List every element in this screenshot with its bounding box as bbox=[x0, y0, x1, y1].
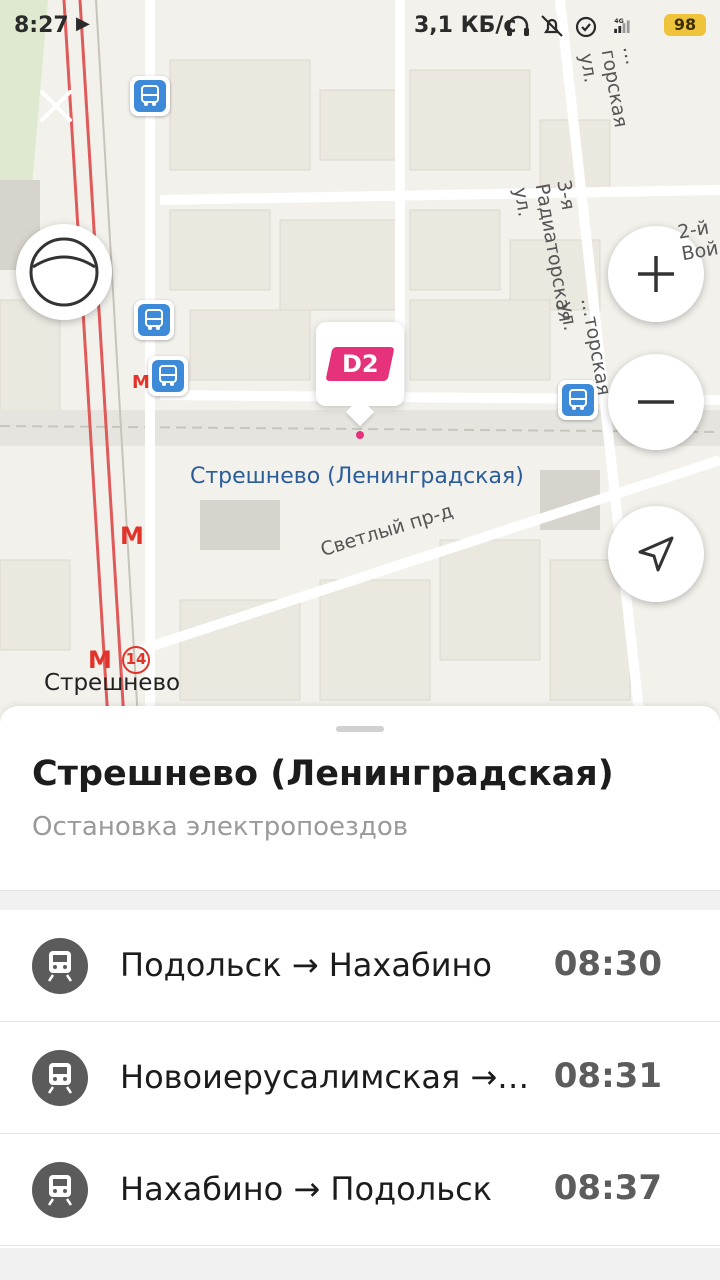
my-location-button[interactable] bbox=[608, 506, 704, 602]
battery-indicator: 98 bbox=[664, 14, 706, 36]
d2-badge: D2 bbox=[325, 347, 395, 381]
departure-time: 08:30 bbox=[553, 944, 662, 984]
departure-row[interactable]: Подольск → Нахабино 08:30 bbox=[0, 910, 720, 1022]
plus-icon bbox=[638, 256, 674, 292]
alarm-icon bbox=[575, 16, 597, 38]
departure-row[interactable]: Нахабино → Подольск 08:37 bbox=[0, 1134, 720, 1246]
profile-button[interactable] bbox=[16, 224, 112, 320]
route-label: Нахабино → Подольск bbox=[120, 1170, 492, 1208]
network-type: 4G bbox=[614, 18, 624, 25]
status-bar: 8:27 ▶ 3,1 КБ/с 4G 98 bbox=[0, 0, 720, 52]
train-icon bbox=[32, 938, 88, 994]
metro-icon[interactable]: M bbox=[132, 372, 150, 393]
navigation-arrow-icon bbox=[638, 536, 674, 572]
sheet-grabber[interactable] bbox=[336, 726, 384, 732]
departure-time: 08:31 bbox=[553, 1056, 662, 1096]
close-icon[interactable] bbox=[34, 84, 78, 128]
street-label: 2-й Вой… bbox=[676, 216, 720, 266]
route-label: Новоиерусалимская →… bbox=[120, 1058, 530, 1096]
metro-icon[interactable]: M bbox=[120, 522, 144, 550]
play-icon: ▶ bbox=[76, 13, 90, 34]
map-view[interactable]: 8:27 ▶ 3,1 КБ/с 4G 98 M M M 14 Стрешнево… bbox=[0, 0, 720, 720]
bus-stop-icon[interactable] bbox=[130, 76, 170, 116]
departure-time: 08:37 bbox=[553, 1168, 662, 1208]
train-icon bbox=[32, 1050, 88, 1106]
station-map-label: Стрешнево (Ленинградская) bbox=[190, 464, 524, 489]
minus-icon bbox=[638, 400, 674, 404]
pin-dot bbox=[356, 431, 364, 439]
headphones-icon bbox=[507, 15, 529, 36]
metro-station-label: Стрешнево bbox=[44, 670, 181, 696]
d2-badge-text: D2 bbox=[341, 350, 379, 378]
station-pin[interactable]: D2 bbox=[316, 322, 404, 427]
mute-bell-icon bbox=[541, 15, 563, 37]
bus-stop-icon[interactable] bbox=[148, 356, 188, 396]
divider bbox=[0, 890, 720, 910]
network-speed: 3,1 КБ/с bbox=[414, 13, 517, 38]
bottom-sheet[interactable]: Стрешнево (Ленинградская) Остановка элек… bbox=[0, 706, 720, 1280]
route-label: Подольск → Нахабино bbox=[120, 946, 492, 984]
street-label: …горская ул. bbox=[575, 44, 644, 130]
clock: 8:27 bbox=[14, 13, 69, 38]
bottom-band bbox=[0, 1248, 720, 1280]
train-icon bbox=[32, 1162, 88, 1218]
signal-icon: 4G bbox=[614, 18, 630, 33]
departure-row[interactable]: Новоиерусалимская →… 08:31 bbox=[0, 1022, 720, 1134]
bus-stop-icon[interactable] bbox=[134, 300, 174, 340]
station-subtitle: Остановка электропоездов bbox=[32, 812, 409, 842]
zoom-out-button[interactable] bbox=[608, 354, 704, 450]
avatar-icon bbox=[29, 237, 99, 307]
station-title: Стрешнево (Ленинградская) bbox=[32, 754, 614, 794]
